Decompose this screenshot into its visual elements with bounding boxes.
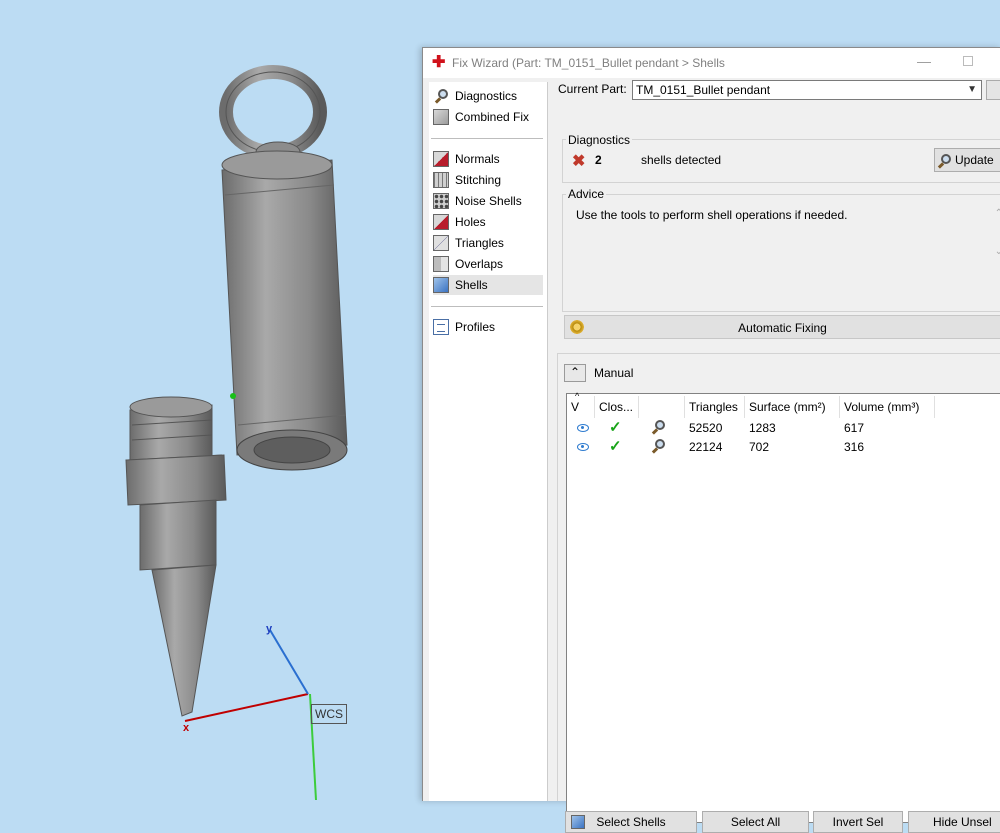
manual-section-label: Manual [594,366,634,380]
cell-volume: 316 [844,440,865,454]
hide-unselected-label: Hide Unsel [933,815,992,829]
select-all-button[interactable]: Select All [702,811,809,833]
select-all-label: Select All [730,815,781,829]
pivot-point [230,393,236,399]
nav-item-normals[interactable]: Normals [433,149,543,169]
update-button[interactable]: Update [934,148,1000,172]
update-button-label: Update [955,153,994,167]
magnifier-icon [433,88,449,104]
error-x-icon: ✖ [572,153,586,170]
current-part-label: Current Part: [558,82,627,96]
advice-group-title: Advice [566,187,607,201]
nav-item-label: Shells [455,278,488,292]
nav-item-stitching[interactable]: Stitching [433,170,543,190]
nav-item-label: Overlaps [455,257,504,271]
wcs-label: WCS [311,704,347,724]
triangles-cube-icon [433,235,449,251]
nav-item-label: Stitching [455,173,502,187]
bullet-body-model[interactable] [125,396,227,717]
nav-item-label: Noise Shells [455,194,522,208]
shells-table: V ^ Clos... Triangles Surface (mm²) Volu… [566,391,1000,823]
shells-main-panel: Current Part: TM_0151_Bullet pendant ▼ D… [554,78,1000,833]
normals-cube-icon [433,151,449,167]
nav-item-combined-fix[interactable]: Combined Fix [433,107,543,127]
overlaps-cube-icon [433,256,449,272]
advice-text: Use the tools to perform shell operation… [576,208,848,222]
cell-triangles: 52520 [689,421,723,435]
select-shells-label: Select Shells [596,815,666,829]
column-header-closed[interactable]: Clos... [595,396,639,418]
advice-text-area: Use the tools to perform shell operation… [566,206,1000,266]
shell-count: 2 [595,153,602,167]
combined-fix-icon [433,109,449,125]
x-axis-line [184,693,309,722]
nav-item-label: Triangles [455,236,504,250]
red-cross-icon: ✚ [432,54,446,71]
minimize-icon[interactable]: — [917,53,931,69]
shell-cube-icon [571,815,585,829]
eye-icon[interactable] [577,424,589,432]
invert-selection-label: Invert Sel [832,815,884,829]
sort-up-icon: ^ [575,391,580,401]
check-icon: ✓ [609,438,622,455]
pendant-cap-model[interactable] [219,65,348,471]
nav-item-label: Profiles [455,320,496,334]
zoom-to-shell-icon[interactable] [655,420,665,430]
nav-item-diagnostics[interactable]: Diagnostics [433,86,543,106]
double-chevron-up-icon: ⌃ [569,365,581,379]
check-icon: ✓ [609,419,622,436]
nav-item-label: Combined Fix [455,110,530,124]
nav-item-overlaps[interactable]: Overlaps [433,254,543,274]
holes-cube-icon [433,214,449,230]
window-title: Fix Wizard (Part: TM_0151_Bullet pendant… [452,56,725,70]
nav-item-holes[interactable]: Holes [433,212,543,232]
select-shells-button[interactable]: Select Shells [565,811,697,833]
column-header-visible[interactable]: V [567,396,595,418]
hide-unselected-button[interactable]: Hide Unsel [908,811,1000,833]
nav-item-noise-shells[interactable]: Noise Shells [433,191,543,211]
y-axis-label: y [266,623,273,635]
part-options-button[interactable] [986,80,1000,100]
eye-icon[interactable] [577,443,589,451]
invert-selection-button[interactable]: Invert Sel [813,811,903,833]
nav-item-profiles[interactable]: Profiles [433,317,543,337]
collapse-manual-button[interactable]: ⌃ [564,364,586,382]
column-header-volume[interactable]: Volume (mm³) [840,396,935,418]
current-part-value: TM_0151_Bullet pendant [636,83,771,97]
nav-item-label: Diagnostics [455,89,518,103]
stitching-cube-icon [433,172,449,188]
column-header-triangles[interactable]: Triangles [685,396,745,418]
magnifier-icon [941,154,951,164]
wizard-nav-panel: Diagnostics Combined Fix Normals Stitchi… [429,82,548,801]
automatic-fixing-button[interactable]: Automatic Fixing [564,315,1000,339]
cell-surface: 702 [749,440,770,454]
column-header-surface[interactable]: Surface (mm²) [745,396,840,418]
shells-cube-icon [433,277,449,293]
cell-surface: 1283 [749,421,776,435]
column-header-zoom[interactable] [639,396,685,418]
x-axis-label: x [183,722,190,734]
nav-item-triangles[interactable]: Triangles [433,233,543,253]
y-axis-line [269,629,309,695]
zoom-to-shell-icon[interactable] [655,439,665,449]
nav-item-shells[interactable]: Shells [433,275,543,295]
title-bar[interactable]: ✚ Fix Wizard (Part: TM_0151_Bullet penda… [423,48,1000,78]
profiles-page-icon [433,319,449,335]
fix-wizard-window: ✚ Fix Wizard (Part: TM_0151_Bullet penda… [422,47,1000,833]
cell-triangles: 22124 [689,440,723,454]
nav-item-label: Normals [455,152,500,166]
maximize-icon[interactable] [963,56,973,66]
chevron-down-icon: ▼ [967,84,977,95]
diagnostics-group-title: Diagnostics [566,133,633,147]
cell-volume: 617 [844,421,865,435]
automatic-fixing-label: Automatic Fixing [738,321,827,335]
nav-divider [431,138,543,139]
current-part-dropdown[interactable]: TM_0151_Bullet pendant ▼ [632,80,982,100]
nav-item-label: Holes [455,215,486,229]
scroll-up-icon[interactable]: ⌃ [995,208,1000,219]
scroll-down-icon[interactable]: ⌄ [995,246,1000,257]
noise-shells-cube-icon [433,193,449,209]
shells-detected-text: shells detected [641,153,722,167]
nav-divider [431,306,543,307]
